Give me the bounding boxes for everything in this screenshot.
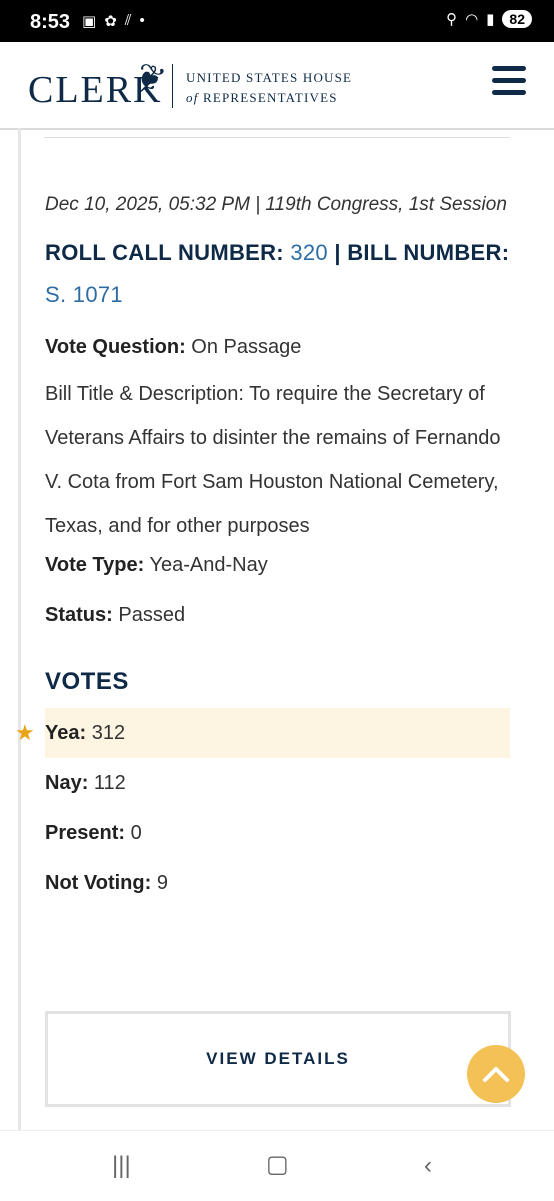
location-icon: ⚲ bbox=[446, 11, 458, 28]
status-left-icons: ▣ ✿ ⫽ • bbox=[82, 12, 145, 30]
chevron-up-icon bbox=[483, 1067, 509, 1082]
status-bar: 8:53 ▣ ✿ ⫽ • ⚲ ◠ ▮ 82 bbox=[0, 0, 554, 42]
vote-row-not-voting: Not Voting: 9 bbox=[45, 858, 515, 908]
vote-type-value: Yea-And-Nay bbox=[144, 554, 268, 576]
recent-apps-icon[interactable]: ||| bbox=[112, 1152, 131, 1180]
site-header: CLERK ❦ UNITED STATES HOUSE of REPRESENT… bbox=[0, 42, 554, 130]
bill-number-link[interactable]: S. 1071 bbox=[45, 282, 123, 307]
vote-count: 112 bbox=[88, 772, 126, 794]
vote-row-nay: Nay: 112 bbox=[45, 758, 515, 808]
vote-count: 312 bbox=[86, 722, 126, 744]
roll-call-label: ROLL CALL NUMBER: bbox=[45, 240, 291, 265]
vote-label: Not Voting: bbox=[45, 872, 152, 894]
vote-status-label: Status: bbox=[45, 604, 113, 626]
vote-count: 0 bbox=[125, 822, 142, 844]
separator bbox=[44, 137, 510, 138]
vote-question-value: On Passage bbox=[185, 336, 302, 358]
vote-question-label: Vote Question: bbox=[45, 336, 186, 358]
vote-status: Status: Passed bbox=[45, 600, 515, 630]
scroll-to-top-button[interactable] bbox=[467, 1045, 525, 1103]
status-right-icons: ⚲ ◠ ▮ 82 bbox=[446, 10, 532, 28]
roll-call-heading: ROLL CALL NUMBER: 320 | BILL NUMBER: S. … bbox=[45, 232, 515, 316]
roll-call-number-link[interactable]: 320 bbox=[290, 240, 328, 265]
logo-subtitle-line2: of REPRESENTATIVES bbox=[186, 90, 338, 106]
vote-label: Nay: bbox=[45, 772, 89, 794]
vote-label: Yea: bbox=[45, 722, 87, 744]
openai-icon: ✿ bbox=[104, 13, 117, 30]
bill-number-label: | BILL NUMBER: bbox=[327, 240, 510, 265]
vote-count: 9 bbox=[151, 872, 168, 894]
vote-type-label: Vote Type: bbox=[45, 554, 145, 576]
bill-description: Bill Title & Description: To require the… bbox=[45, 383, 501, 537]
vote-label: Present: bbox=[45, 822, 126, 844]
vote-record: Dec 10, 2025, 05:32 PM | 119th Congress,… bbox=[15, 188, 515, 908]
wifi-icon: ◠ bbox=[465, 11, 479, 28]
status-time: 8:53 bbox=[30, 11, 71, 33]
vote-tally: ★ Yea: 312 Nay: 112 Present: 0 Not Voting… bbox=[15, 708, 515, 908]
vote-dateline: Dec 10, 2025, 05:32 PM | 119th Congress,… bbox=[45, 194, 507, 215]
logo-subtitle-line1: UNITED STATES HOUSE bbox=[186, 70, 353, 85]
logo-divider bbox=[172, 64, 173, 108]
dot-icon: • bbox=[139, 12, 145, 29]
votes-heading: VOTES bbox=[45, 668, 129, 695]
signal-strength-icon: ⫽ bbox=[124, 12, 132, 29]
logo-representatives: REPRESENTATIVES bbox=[198, 90, 338, 105]
logo-of: of bbox=[186, 90, 199, 105]
vote-question: Vote Question: On Passage bbox=[45, 332, 515, 362]
vote-type: Vote Type: Yea-And-Nay bbox=[45, 550, 515, 580]
vote-status-value: Passed bbox=[112, 604, 186, 626]
battery-icon: 82 bbox=[502, 10, 532, 28]
star-icon: ★ bbox=[15, 720, 35, 745]
left-border bbox=[18, 128, 21, 1132]
back-icon[interactable]: ‹ bbox=[424, 1152, 432, 1180]
hamburger-menu-icon[interactable] bbox=[492, 66, 526, 100]
home-icon[interactable]: ▢ bbox=[266, 1150, 289, 1179]
view-details-button[interactable]: VIEW DETAILS bbox=[45, 1011, 511, 1107]
system-nav-bar: ||| ▢ ‹ bbox=[0, 1130, 554, 1200]
cell-signal-icon: ▮ bbox=[486, 11, 495, 28]
vote-row-present: Present: 0 bbox=[45, 808, 515, 858]
vote-row-yea: ★ Yea: 312 bbox=[15, 708, 510, 758]
screenshot-icon: ▣ bbox=[82, 13, 97, 30]
